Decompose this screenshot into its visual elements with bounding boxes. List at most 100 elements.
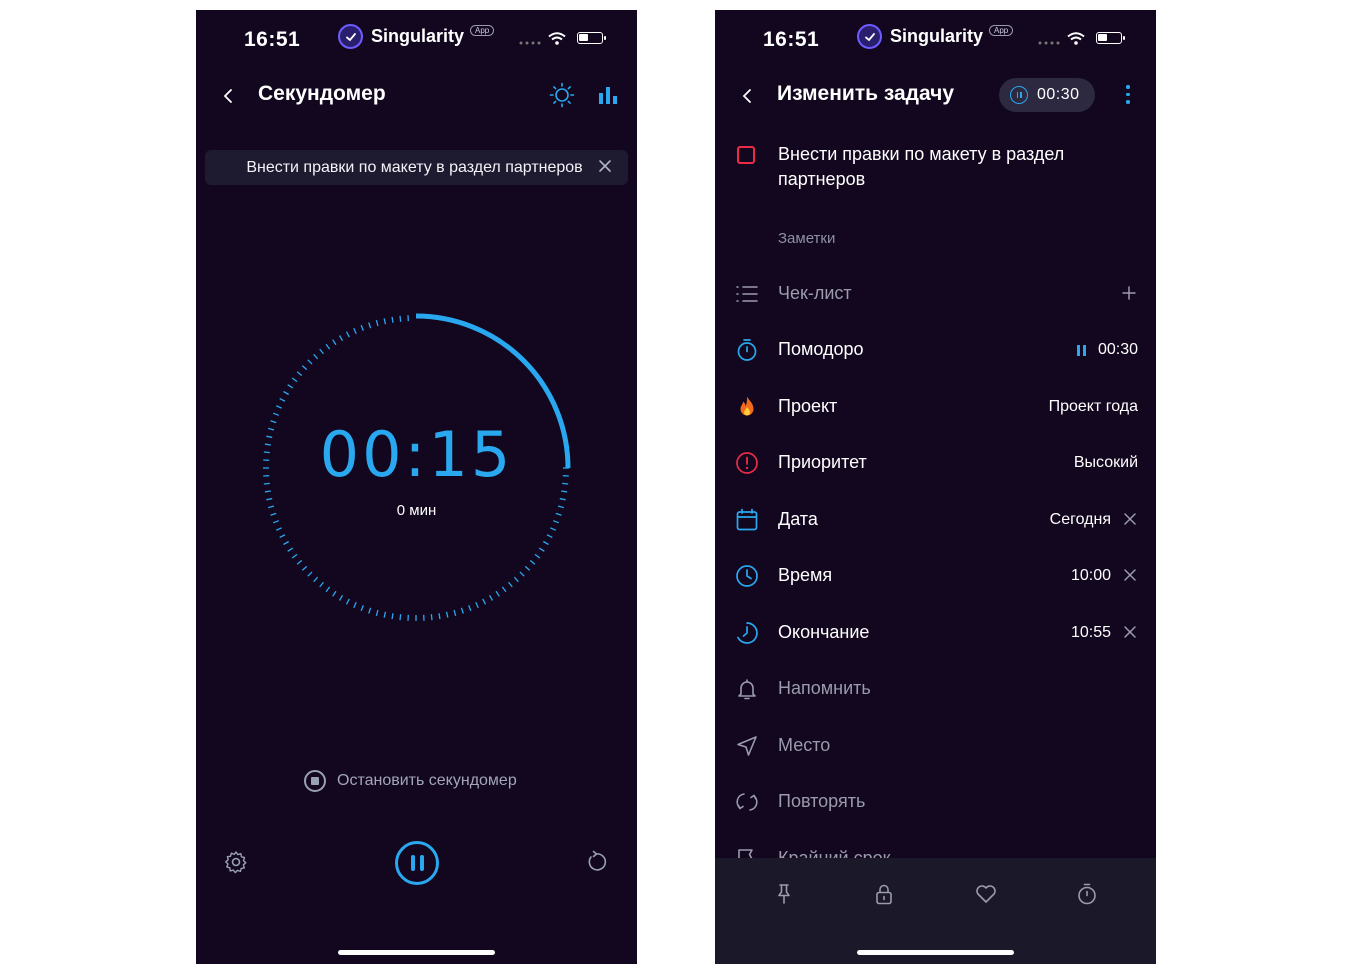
timer-display: 00:15: [319, 418, 514, 491]
ring-tick: [275, 405, 282, 409]
home-indicator[interactable]: [857, 950, 1014, 955]
ring-tick: [553, 520, 560, 524]
ring-tick: [430, 614, 433, 621]
ring-tick: [482, 598, 487, 605]
stopwatch-icon[interactable]: [1075, 882, 1099, 906]
more-icon[interactable]: [1124, 85, 1132, 104]
task-banner: Внести правки по макету в раздел партнер…: [205, 150, 628, 185]
battery-icon: [577, 32, 606, 44]
ring-tick: [495, 590, 500, 597]
stop-stopwatch-button[interactable]: Остановить секундомер: [304, 770, 517, 792]
row-label: Время: [778, 565, 833, 585]
clear-icon[interactable]: [1124, 569, 1136, 581]
row-repeat[interactable]: Повторять: [715, 782, 1156, 822]
ring-tick: [283, 390, 290, 396]
ring-tick: [319, 348, 324, 355]
ring-tick: [301, 565, 308, 571]
app-logo-icon: [338, 24, 363, 49]
row-date[interactable]: Дата Сегодня: [715, 500, 1156, 540]
back-icon[interactable]: [739, 86, 755, 106]
pause-button[interactable]: [395, 841, 439, 885]
settings-icon[interactable]: [224, 850, 248, 874]
row-value: Сегодня: [1049, 511, 1111, 528]
ring-tick: [291, 553, 298, 559]
ring-tick: [332, 590, 337, 597]
back-icon[interactable]: [220, 86, 236, 106]
ring-tick: [559, 497, 566, 501]
ring-tick: [391, 316, 394, 323]
status-time: 16:51: [763, 28, 820, 51]
ring-tick: [546, 534, 553, 539]
stats-icon[interactable]: [598, 85, 618, 105]
ring-tick: [291, 377, 298, 383]
timer-subtitle: 0 мин: [396, 502, 437, 519]
row-project[interactable]: Проект Проект года: [715, 387, 1156, 427]
row-end[interactable]: Окончание 10:55: [715, 613, 1156, 653]
row-pomodoro[interactable]: Помодоро 00:30: [715, 330, 1156, 370]
ring-tick: [287, 384, 294, 389]
close-icon[interactable]: [598, 159, 612, 173]
row-value: 10:00: [1070, 567, 1111, 584]
row-label: Место: [778, 735, 831, 755]
ring-tick: [345, 331, 350, 338]
row-value: 10:55: [1070, 624, 1111, 641]
brightness-icon[interactable]: [549, 82, 575, 108]
row-checklist[interactable]: Чек-лист: [715, 274, 1156, 314]
ring-tick: [542, 540, 549, 546]
calendar-icon: [736, 508, 758, 531]
ring-tick: [283, 540, 290, 546]
page-title: Изменить задачу: [777, 82, 955, 105]
pause-icon: [1076, 344, 1086, 356]
timer-pill-value: 00:30: [1037, 86, 1080, 103]
ring-tick: [561, 490, 568, 493]
home-indicator[interactable]: [338, 950, 495, 955]
ring-tick: [307, 571, 313, 577]
timer-pill[interactable]: 00:30: [999, 78, 1095, 112]
row-remind[interactable]: Напомнить: [715, 669, 1156, 709]
ring-tick: [391, 613, 394, 620]
row-label: Повторять: [778, 791, 866, 811]
heart-icon[interactable]: [974, 882, 998, 906]
edit-task-screen: 16:51 Singularity App Изменить задачу 00…: [715, 10, 1156, 964]
ring-tick: [460, 607, 464, 614]
row-value: Проект года: [1048, 398, 1138, 415]
row-priority[interactable]: Приоритет Высокий: [715, 443, 1156, 483]
row-label: Приоритет: [778, 452, 867, 472]
pomodoro-value: 00:30: [1076, 341, 1138, 359]
battery-icon: [1096, 32, 1125, 44]
lock-icon[interactable]: [872, 882, 896, 906]
clear-icon[interactable]: [1124, 626, 1136, 638]
task-name[interactable]: Внести правки по макету в раздел партнер…: [778, 142, 1108, 192]
app-indicator: Singularity App: [857, 24, 1014, 49]
pin-icon[interactable]: [772, 882, 796, 906]
ring-tick: [266, 497, 273, 501]
ring-tick: [338, 335, 344, 342]
task-checkbox[interactable]: [737, 146, 755, 164]
ring-tick: [296, 371, 303, 376]
pause-icon: [1010, 86, 1028, 104]
ring-tick: [399, 614, 402, 621]
notes-field[interactable]: Заметки: [778, 230, 835, 247]
row-label: Окончание: [778, 622, 870, 642]
location-arrow-icon: [737, 736, 757, 756]
plus-icon[interactable]: [1122, 286, 1136, 300]
row-place[interactable]: Место: [715, 726, 1156, 766]
ring-tick: [338, 594, 344, 601]
ring-tick: [301, 365, 308, 371]
ring-tick: [332, 339, 337, 346]
ring-tick: [550, 527, 557, 531]
ring-tick: [313, 576, 319, 583]
clear-icon[interactable]: [1124, 513, 1136, 525]
stop-label: Остановить секундомер: [337, 772, 517, 789]
fire-icon: [740, 396, 754, 416]
bell-icon: [738, 679, 756, 700]
reset-icon[interactable]: [584, 850, 608, 874]
row-time[interactable]: Время 10:00: [715, 556, 1156, 596]
ring-tick: [296, 560, 303, 565]
row-label: Напомнить: [778, 678, 871, 698]
ring-tick: [325, 586, 331, 593]
ring-tick: [360, 324, 364, 331]
status-time: 16:51: [244, 28, 301, 51]
ring-tick: [519, 571, 525, 577]
ring-tick: [325, 343, 331, 350]
